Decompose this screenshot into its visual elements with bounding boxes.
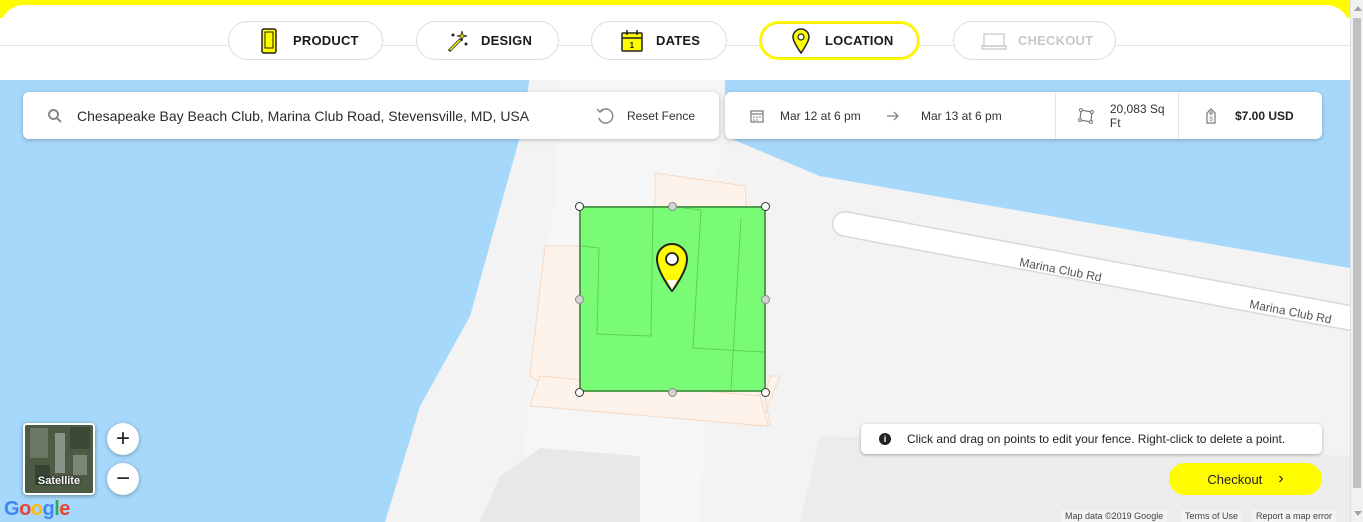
magic-wand-icon xyxy=(443,27,471,55)
fence-midpoint-handle[interactable] xyxy=(668,202,677,211)
fence-vertex-handle[interactable] xyxy=(575,388,584,397)
step-dates[interactable]: 1 DATES xyxy=(591,21,727,60)
geofence-polygon[interactable] xyxy=(579,206,766,392)
step-label: LOCATION xyxy=(825,33,894,48)
google-logo: Google xyxy=(4,498,70,520)
phone-icon xyxy=(255,27,283,55)
search-input[interactable]: Chesapeake Bay Beach Club, Marina Club R… xyxy=(77,108,595,124)
reset-fence-label: Reset Fence xyxy=(626,108,695,123)
calendar-icon: 1 xyxy=(618,27,646,55)
step-checkout[interactable]: CHECKOUT xyxy=(953,21,1116,60)
scroll-up-arrow-icon[interactable] xyxy=(1354,6,1362,11)
fence-vertex-handle[interactable] xyxy=(761,388,770,397)
fence-midpoint-handle[interactable] xyxy=(761,295,770,304)
step-label: DESIGN xyxy=(481,33,533,48)
fence-midpoint-handle[interactable] xyxy=(575,295,584,304)
reset-icon xyxy=(596,107,614,124)
arrow-right-icon xyxy=(873,92,913,139)
info-icon: i xyxy=(879,433,891,445)
laptop-icon xyxy=(980,27,1008,55)
report-map-error-link[interactable]: Report a map error xyxy=(1252,510,1337,522)
end-date-text: Mar 13 at 6 pm xyxy=(921,108,1002,123)
start-date[interactable]: Mar 12 at 6 pm xyxy=(725,92,873,139)
step-label: CHECKOUT xyxy=(1018,33,1094,48)
scroll-down-arrow-icon[interactable] xyxy=(1354,511,1362,516)
fence-area: 20,083 Sq Ft xyxy=(1056,92,1178,139)
step-label: DATES xyxy=(656,33,701,48)
search-bar: Chesapeake Bay Beach Club, Marina Club R… xyxy=(23,92,719,139)
start-date-text: Mar 12 at 6 pm xyxy=(780,108,861,123)
satellite-toggle[interactable]: Satellite xyxy=(23,423,95,495)
hint-text: Click and drag on points to edit your fe… xyxy=(907,432,1286,446)
price-tag-icon: $ xyxy=(1206,107,1216,124)
step-design[interactable]: DESIGN xyxy=(416,21,559,60)
area-text: 20,083 Sq Ft xyxy=(1109,101,1165,130)
calendar-icon xyxy=(750,109,764,123)
end-date[interactable]: Mar 13 at 6 pm xyxy=(913,92,1055,139)
svg-text:1: 1 xyxy=(630,41,635,50)
zoom-out-button[interactable]: − xyxy=(107,463,139,495)
order-summary-bar: Mar 12 at 6 pm Mar 13 at 6 pm 20,083 Sq … xyxy=(725,92,1322,139)
satellite-label: Satellite xyxy=(37,475,81,487)
zoom-in-button[interactable]: + xyxy=(107,423,139,455)
reset-fence-button[interactable]: Reset Fence xyxy=(595,106,695,126)
price-text: $7.00 USD xyxy=(1235,108,1294,123)
map-pin-icon xyxy=(787,27,815,55)
vertical-scrollbar[interactable] xyxy=(1350,0,1363,522)
location-pin-icon[interactable] xyxy=(655,242,689,297)
building-outline-overlay xyxy=(581,208,764,390)
svg-text:$: $ xyxy=(1209,117,1213,123)
step-product[interactable]: PRODUCT xyxy=(228,21,383,60)
fence-vertex-handle[interactable] xyxy=(761,202,770,211)
map-attribution: Map data ©2019 Google xyxy=(1061,510,1168,522)
step-location[interactable]: LOCATION xyxy=(759,21,920,60)
chevron-right-icon: › xyxy=(1278,470,1284,487)
fence-midpoint-handle[interactable] xyxy=(668,388,677,397)
terms-of-use-link[interactable]: Terms of Use xyxy=(1181,510,1243,522)
edit-fence-hint: i Click and drag on points to edit your … xyxy=(861,424,1322,454)
checkout-label: Checkout xyxy=(1207,471,1263,487)
scroll-thumb[interactable] xyxy=(1353,18,1361,488)
checkout-button[interactable]: Checkout › xyxy=(1169,463,1322,495)
price: $ $7.00 USD xyxy=(1179,92,1319,139)
step-label: PRODUCT xyxy=(293,33,359,48)
search-icon xyxy=(47,108,63,124)
fence-vertex-handle[interactable] xyxy=(575,202,584,211)
area-icon xyxy=(1078,107,1094,124)
